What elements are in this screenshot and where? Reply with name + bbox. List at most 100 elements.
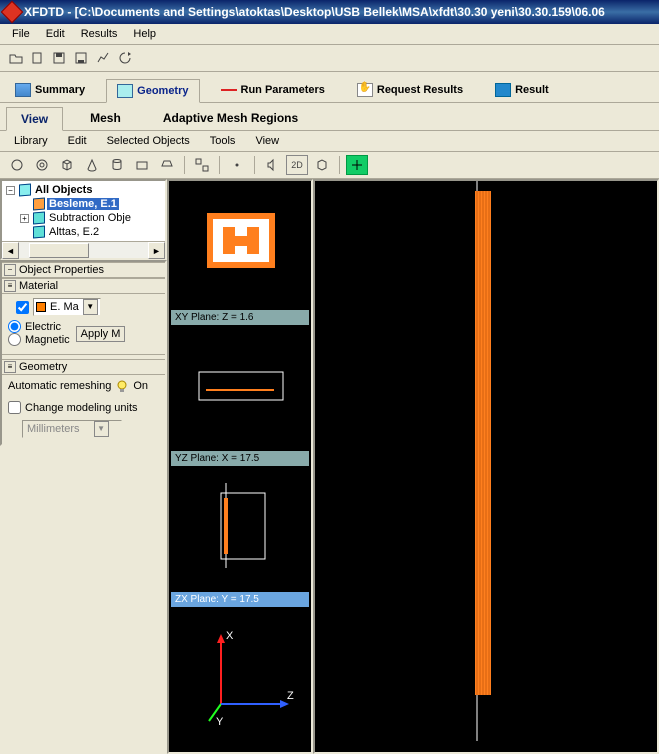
window-title: XFDTD - [C:\Documents and Settings\atokt… xyxy=(24,5,605,19)
scroll-left-icon[interactable]: ◄ xyxy=(2,242,19,259)
request-icon xyxy=(357,83,373,97)
save-all-icon[interactable] xyxy=(72,49,92,67)
scroll-track[interactable] xyxy=(19,242,148,258)
tree-item-alttas[interactable]: Alttas, E.2 xyxy=(4,225,163,239)
menu-help[interactable]: Help xyxy=(125,26,164,42)
thumb-3d-axes[interactable]: X Y Z xyxy=(171,609,309,750)
title-bar: XFDTD - [C:\Documents and Settings\atokt… xyxy=(0,0,659,24)
submenu-tools[interactable]: Tools xyxy=(202,133,244,149)
toolbar-separator xyxy=(219,156,220,174)
submenu-library[interactable]: Library xyxy=(6,133,56,149)
radio-electric[interactable] xyxy=(8,320,21,333)
material-combo[interactable]: E. Ma ▼ xyxy=(33,298,101,316)
properties-panel: ⎯ Object Properties ≡ Material E. Ma ▼ xyxy=(0,260,167,446)
tab-geometry[interactable]: Geometry xyxy=(106,79,199,103)
object-tree-panel: − All Objects Besleme, E.1 + Subtraction… xyxy=(0,179,167,260)
tab-request-results[interactable]: Request Results xyxy=(346,78,474,102)
menu-bar: File Edit Results Help xyxy=(0,24,659,45)
tree-item-besleme[interactable]: Besleme, E.1 xyxy=(4,197,163,211)
collapse-icon[interactable]: − xyxy=(6,186,15,195)
thumb-yz[interactable] xyxy=(171,327,309,449)
assembly-icon[interactable] xyxy=(191,155,213,175)
tree-item-label: Alttas, E.2 xyxy=(47,226,101,238)
geometry-icon xyxy=(117,84,133,98)
axis-x-label: X xyxy=(226,630,234,642)
tab-run-parameters[interactable]: Run Parameters xyxy=(210,78,336,102)
results-icon xyxy=(495,83,511,97)
sub-tabs: View Mesh Adaptive Mesh Regions xyxy=(0,103,659,131)
scroll-right-icon[interactable]: ► xyxy=(148,242,165,259)
open-icon[interactable] xyxy=(6,49,26,67)
fit-view-icon[interactable] xyxy=(346,155,368,175)
change-units-checkbox[interactable] xyxy=(8,401,21,414)
dropdown-icon[interactable]: ▼ xyxy=(94,421,109,437)
change-units-label: Change modeling units xyxy=(25,402,138,414)
section-object-properties[interactable]: ⎯ Object Properties xyxy=(2,262,165,278)
material-checkbox[interactable] xyxy=(16,301,29,314)
cube-icon[interactable] xyxy=(56,155,78,175)
object-icon xyxy=(33,225,45,238)
apply-material-button[interactable]: Apply M xyxy=(76,326,126,342)
tab-request-label: Request Results xyxy=(377,84,463,96)
object-tree[interactable]: − All Objects Besleme, E.1 + Subtraction… xyxy=(2,181,165,241)
bulb-icon[interactable] xyxy=(115,379,129,393)
subtab-mesh[interactable]: Mesh xyxy=(75,106,136,130)
section-label: Object Properties xyxy=(19,264,104,276)
tree-root-label: All Objects xyxy=(33,184,94,196)
axis-y-label: Y xyxy=(216,716,224,728)
extrude-icon[interactable] xyxy=(156,155,178,175)
plane-thumbnails: XY Plane: Z = 1.6 YZ Plane: X = 17.5 ZX … xyxy=(167,179,313,754)
run-icon xyxy=(221,83,237,97)
radio-label: Electric xyxy=(25,321,61,333)
tree-item-label: Subtraction Obje xyxy=(47,212,133,224)
new-icon[interactable] xyxy=(28,49,48,67)
menu-results[interactable]: Results xyxy=(73,26,126,42)
expand-icon[interactable]: + xyxy=(20,214,29,223)
thumb-xy-label: XY Plane: Z = 1.6 xyxy=(171,310,309,325)
file-toolbar xyxy=(0,45,659,72)
refresh-icon[interactable] xyxy=(116,49,136,67)
section-material[interactable]: ≡ Material xyxy=(2,278,165,294)
collapse-icon[interactable]: ≡ xyxy=(4,280,16,292)
section-label: Geometry xyxy=(19,361,67,373)
cylinder-icon[interactable] xyxy=(106,155,128,175)
2d-view-icon[interactable]: 2D xyxy=(286,155,308,175)
object-icon xyxy=(33,197,45,210)
chart-icon[interactable] xyxy=(94,49,114,67)
axis-z-label: Z xyxy=(287,690,294,702)
radio-magnetic[interactable] xyxy=(8,333,21,346)
submenu-selected[interactable]: Selected Objects xyxy=(99,133,198,149)
toolbar-separator xyxy=(339,156,340,174)
box-icon[interactable] xyxy=(131,155,153,175)
subtab-view[interactable]: View xyxy=(6,107,63,131)
point-icon[interactable] xyxy=(226,155,248,175)
app-icon xyxy=(1,1,24,24)
sphere-icon[interactable] xyxy=(6,155,28,175)
expand-icon[interactable]: ⎯ xyxy=(4,264,16,276)
menu-edit[interactable]: Edit xyxy=(38,26,73,42)
tree-hscrollbar[interactable]: ◄ ► xyxy=(2,241,165,258)
tree-root[interactable]: − All Objects xyxy=(4,183,163,197)
thumb-xy[interactable] xyxy=(171,183,309,308)
cone-icon[interactable] xyxy=(81,155,103,175)
thumb-zx[interactable] xyxy=(171,468,309,590)
submenu-view[interactable]: View xyxy=(247,133,287,149)
units-combo[interactable]: Millimeters ▼ xyxy=(22,420,122,438)
menu-file[interactable]: File xyxy=(4,26,38,42)
scroll-thumb[interactable] xyxy=(29,243,89,258)
collapse-icon[interactable]: ≡ xyxy=(4,361,16,373)
thumb-zx-label: ZX Plane: Y = 17.5 xyxy=(171,592,309,607)
tree-item-subtraction[interactable]: + Subtraction Obje xyxy=(4,211,163,225)
3d-view-icon[interactable] xyxy=(311,155,333,175)
summary-icon xyxy=(15,83,31,97)
section-geometry[interactable]: ≡ Geometry xyxy=(2,359,165,375)
tab-summary[interactable]: Summary xyxy=(4,78,96,102)
audio-icon[interactable] xyxy=(261,155,283,175)
dropdown-icon[interactable]: ▼ xyxy=(83,299,98,315)
main-3d-view[interactable] xyxy=(313,179,659,754)
submenu-edit[interactable]: Edit xyxy=(60,133,95,149)
subtab-adaptive[interactable]: Adaptive Mesh Regions xyxy=(148,106,313,130)
ring-icon[interactable] xyxy=(31,155,53,175)
tab-results[interactable]: Result xyxy=(484,78,560,102)
save-icon[interactable] xyxy=(50,49,70,67)
